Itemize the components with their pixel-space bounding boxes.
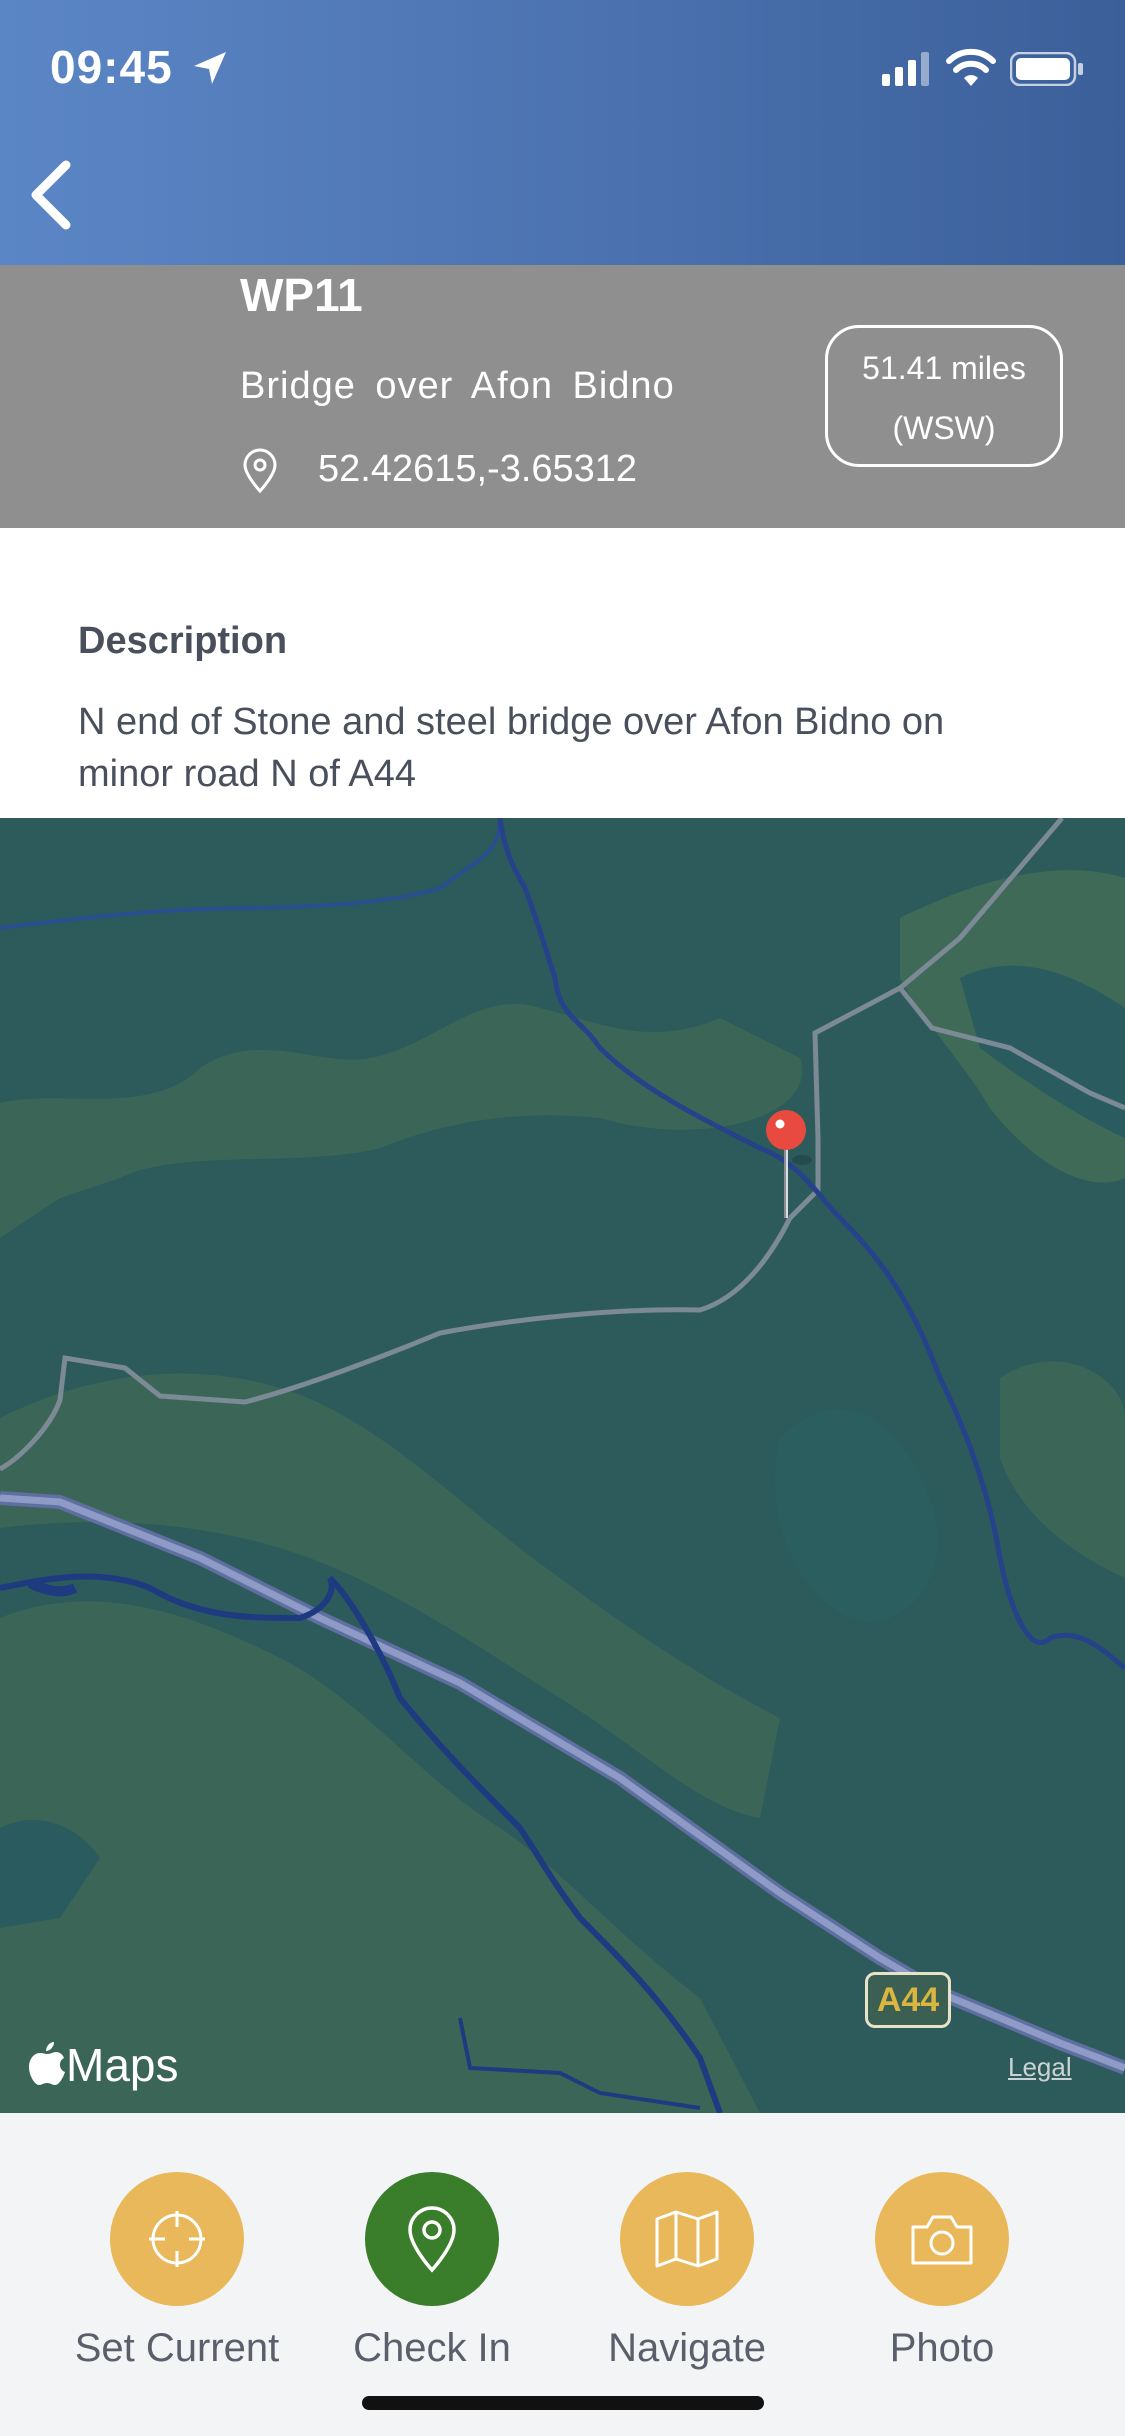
- maps-attribution: Maps: [66, 2039, 179, 2091]
- location-arrow-icon: [194, 52, 226, 84]
- set-current-button[interactable]: Set Current: [67, 2172, 287, 2371]
- distance-badge: 51.41 miles (WSW): [825, 325, 1063, 467]
- navigate-button[interactable]: Navigate: [577, 2172, 797, 2371]
- cellular-signal-icon: [882, 52, 929, 86]
- set-current-label: Set Current: [74, 2326, 280, 2370]
- description-label: Description: [78, 620, 288, 662]
- check-in-label: Check In: [353, 2326, 511, 2370]
- map-pin-icon: [408, 2206, 456, 2273]
- map-view[interactable]: [0, 818, 1125, 2113]
- home-indicator[interactable]: [362, 2396, 764, 2410]
- photo-label: Photo: [889, 2326, 995, 2370]
- crosshair-icon: [149, 2211, 205, 2267]
- navigate-circle: [620, 2172, 754, 2306]
- camera-icon: [911, 2215, 973, 2265]
- distance-direction: (WSW): [892, 410, 996, 446]
- check-in-button[interactable]: Check In: [322, 2172, 542, 2371]
- road-label-a44: A44: [865, 1972, 951, 2028]
- legal-link[interactable]: Legal: [1008, 2052, 1072, 2083]
- set-current-circle: [110, 2172, 244, 2306]
- waypoint-id: WP11: [240, 269, 363, 321]
- photo-button[interactable]: Photo: [832, 2172, 1052, 2371]
- map-pin-icon[interactable]: [762, 1108, 812, 1220]
- map-icon: [655, 2210, 719, 2268]
- wifi-icon: [946, 48, 996, 86]
- apple-logo-icon: [29, 2042, 65, 2085]
- status-time: 09:45: [50, 41, 173, 93]
- check-in-circle: [365, 2172, 499, 2306]
- distance-value: 51.41 miles: [862, 350, 1026, 386]
- navigate-label: Navigate: [608, 2326, 766, 2370]
- waypoint-name: Bridge over Afon Bidno: [240, 365, 675, 407]
- photo-circle: [875, 2172, 1009, 2306]
- battery-icon: [1010, 52, 1083, 86]
- map-terrain: [0, 818, 1125, 2113]
- waypoint-coordinates: 52.42615,-3.65312: [318, 448, 638, 490]
- back-button[interactable]: [22, 155, 82, 235]
- description-text: N end of Stone and steel bridge over Afo…: [78, 701, 945, 795]
- location-pin-icon: [243, 448, 277, 494]
